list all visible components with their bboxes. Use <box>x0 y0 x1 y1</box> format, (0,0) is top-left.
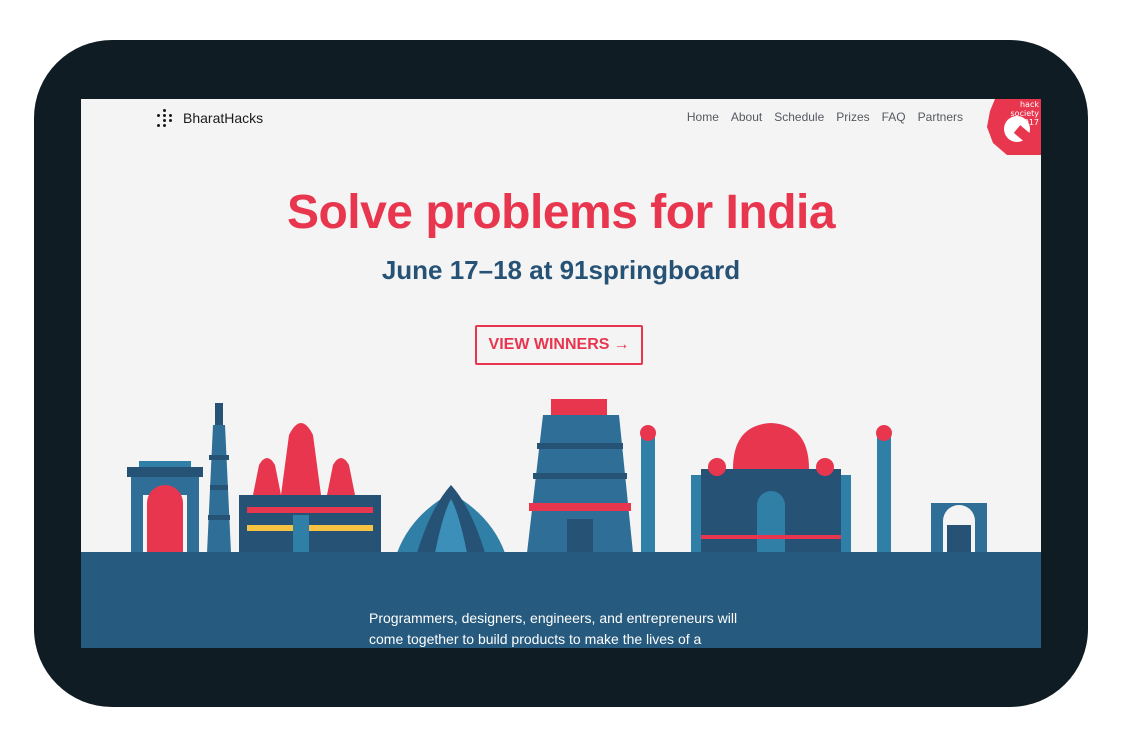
brand-name: BharatHacks <box>183 110 264 126</box>
temple-complex-monument <box>239 423 381 553</box>
badge-line-hack: hack <box>1019 100 1039 109</box>
view-winners-button[interactable]: VIEW WINNERS → <box>475 325 643 365</box>
intro-text: Programmers, designers, engineers, and e… <box>369 610 738 647</box>
hero-title: Solve problems for India <box>286 186 836 239</box>
nav-faq[interactable]: FAQ <box>882 110 906 124</box>
nav-home[interactable]: Home <box>687 110 719 124</box>
lotus-temple-monument <box>397 485 505 553</box>
nav-about[interactable]: About <box>731 110 762 124</box>
gateway-arch-monument <box>931 503 987 553</box>
india-gate-monument <box>127 461 203 553</box>
nav-schedule[interactable]: Schedule <box>774 110 824 124</box>
nav-partners[interactable]: Partners <box>918 110 963 124</box>
browser-viewport: BharatHacks Home About Schedule Prizes F… <box>81 99 1041 648</box>
hack-society-badge[interactable]: hack society 2017 <box>987 99 1041 155</box>
main-nav: Home About Schedule Prizes FAQ Partners <box>687 110 963 124</box>
badge-line-year: 2017 <box>1018 118 1039 127</box>
nav-prizes[interactable]: Prizes <box>836 110 869 124</box>
brand-logo[interactable]: BharatHacks <box>155 108 263 128</box>
india-skyline-illustration <box>127 399 987 553</box>
gopuram-monument <box>527 399 633 553</box>
badge-line-society: society <box>1010 109 1039 118</box>
hero-subtitle: June 17–18 at 91springboard <box>381 255 741 285</box>
view-winners-label: VIEW WINNERS <box>488 336 610 353</box>
qutub-minar-monument <box>207 403 231 553</box>
arrow-right-icon: → <box>613 336 630 353</box>
taj-mahal-monument <box>640 423 892 553</box>
dots-logo-icon <box>155 108 175 128</box>
